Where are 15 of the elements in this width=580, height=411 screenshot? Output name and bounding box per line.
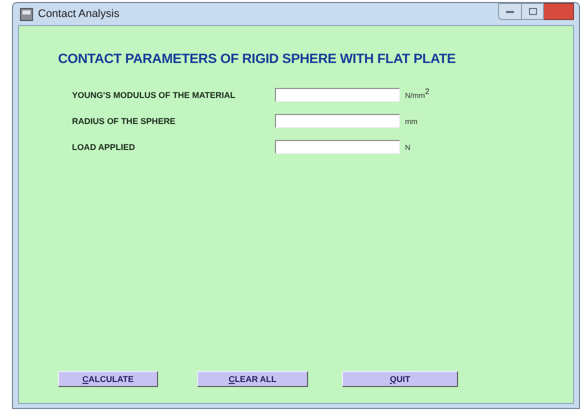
input-field[interactable] [275, 88, 400, 102]
input-field[interactable] [275, 140, 400, 154]
window-title: Contact Analysis [38, 6, 120, 22]
field-label: LOAD APPLIED [72, 140, 136, 154]
maximize-button[interactable] [522, 3, 544, 20]
close-button[interactable] [544, 3, 574, 20]
form-heading: CONTACT PARAMETERS OF RIGID SPHERE WITH FLAT PLATE [58, 50, 457, 68]
field-label: YOUNG'S MODULUS OF THE MATERIAL [72, 88, 236, 102]
action-button[interactable]: CLEAR ALL [197, 371, 308, 387]
field-label: RADIUS OF THE SPHERE [72, 114, 176, 128]
minimize-button[interactable] [498, 3, 522, 20]
action-button[interactable]: QUIT [342, 371, 458, 387]
app-icon [20, 8, 33, 20]
action-button[interactable]: CALCULATE [58, 371, 158, 387]
input-field[interactable] [275, 114, 400, 128]
